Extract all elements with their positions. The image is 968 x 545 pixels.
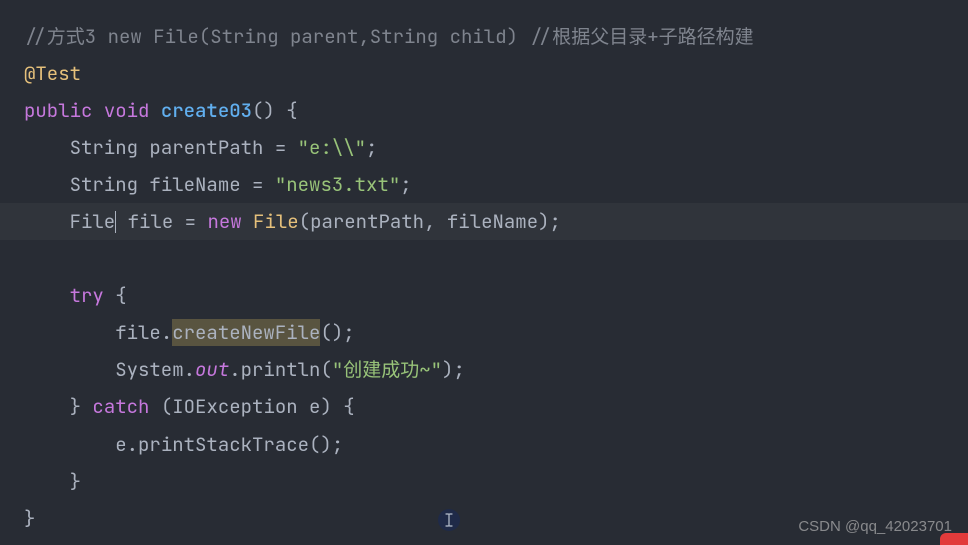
code-line-2: @Test [24,55,968,92]
brace-close: } [70,469,81,494]
type-ioexception: IOException [172,394,297,419]
comma: , [424,209,447,234]
brace-close: } [24,506,35,531]
obj-file: file [115,320,161,345]
keyword-void: void [104,98,150,123]
keyword-try: try [70,283,104,308]
field-out: out [195,357,229,382]
code-line-8: try { [24,277,968,314]
code-line-4: String parentPath = "e:\\"; [24,129,968,166]
assign-op: = [185,209,208,234]
string-literal: "news3.txt" [275,172,400,197]
code-line-7-blank [24,240,968,277]
code-line-13: } [24,463,968,500]
class-system: System [115,357,183,382]
call-tail: (); [320,320,354,345]
arg-filename: fileName [447,209,538,234]
var-parentpath: parentPath [138,135,275,160]
brace-open: { [275,98,298,123]
paren-open: ( [149,394,172,419]
paren-open: ( [299,209,310,234]
comment-text: //方式3 new File(String parent,String chil… [24,24,754,49]
code-line-11: } catch (IOException e) { [24,388,968,425]
var-filename: fileName [138,172,252,197]
call-tail: (); [309,432,343,457]
red-corner-badge [940,533,968,545]
dot: . [184,357,195,382]
paren-close-semi: ); [442,357,465,382]
code-line-1: //方式3 new File(String parent,String chil… [24,18,968,55]
dot: . [161,320,172,345]
parens: () [252,98,275,123]
paren-open: ( [320,357,331,382]
class-file: File [242,209,299,234]
annotation-test: @Test [24,61,81,86]
indent [24,209,70,234]
method-name: create03 [161,98,252,123]
type-string: String [70,135,138,160]
method-println: println [241,357,321,382]
brace-open: { [104,283,127,308]
var-file: file [116,209,184,234]
indent [24,394,70,419]
indent [24,469,70,494]
indent [24,135,70,160]
arg-parentpath: parentPath [310,209,424,234]
assign-op: = [252,172,275,197]
code-line-9: file.createNewFile(); [24,314,968,351]
indent [24,432,115,457]
indent [24,283,70,308]
method-createnewfile: createNewFile [172,319,320,346]
dot: . [229,357,240,382]
ibeam-cursor-icon [438,509,460,531]
keyword-catch: catch [92,394,149,419]
string-literal: "e:\\" [298,135,366,160]
method-printstacktrace: printStackTrace [138,432,309,457]
indent [24,320,115,345]
type-file: File [70,209,116,234]
type-string: String [70,172,138,197]
semicolon: ; [366,135,377,160]
semicolon: ; [400,172,411,197]
watermark-text: CSDN @qq_42023701 [798,512,952,541]
code-line-3: public void create03() { [24,92,968,129]
obj-e: e [115,432,126,457]
brace-close: } [70,394,93,419]
indent [24,172,70,197]
code-line-10: System.out.println("创建成功~"); [24,351,968,388]
code-line-12: e.printStackTrace(); [24,426,968,463]
assign-op: = [275,135,298,160]
paren-close-brace: ) { [320,394,354,419]
keyword-new: new [207,209,241,234]
string-literal: "创建成功~" [332,357,442,382]
paren-close-semi: ); [538,209,561,234]
code-line-5: String fileName = "news3.txt"; [24,166,968,203]
var-e: e [298,394,321,419]
code-line-6-current: File file = new File(parentPath, fileNam… [0,203,968,240]
keyword-public: public [24,98,92,123]
code-editor[interactable]: //方式3 new File(String parent,String chil… [24,18,968,537]
dot: . [127,432,138,457]
indent [24,357,115,382]
